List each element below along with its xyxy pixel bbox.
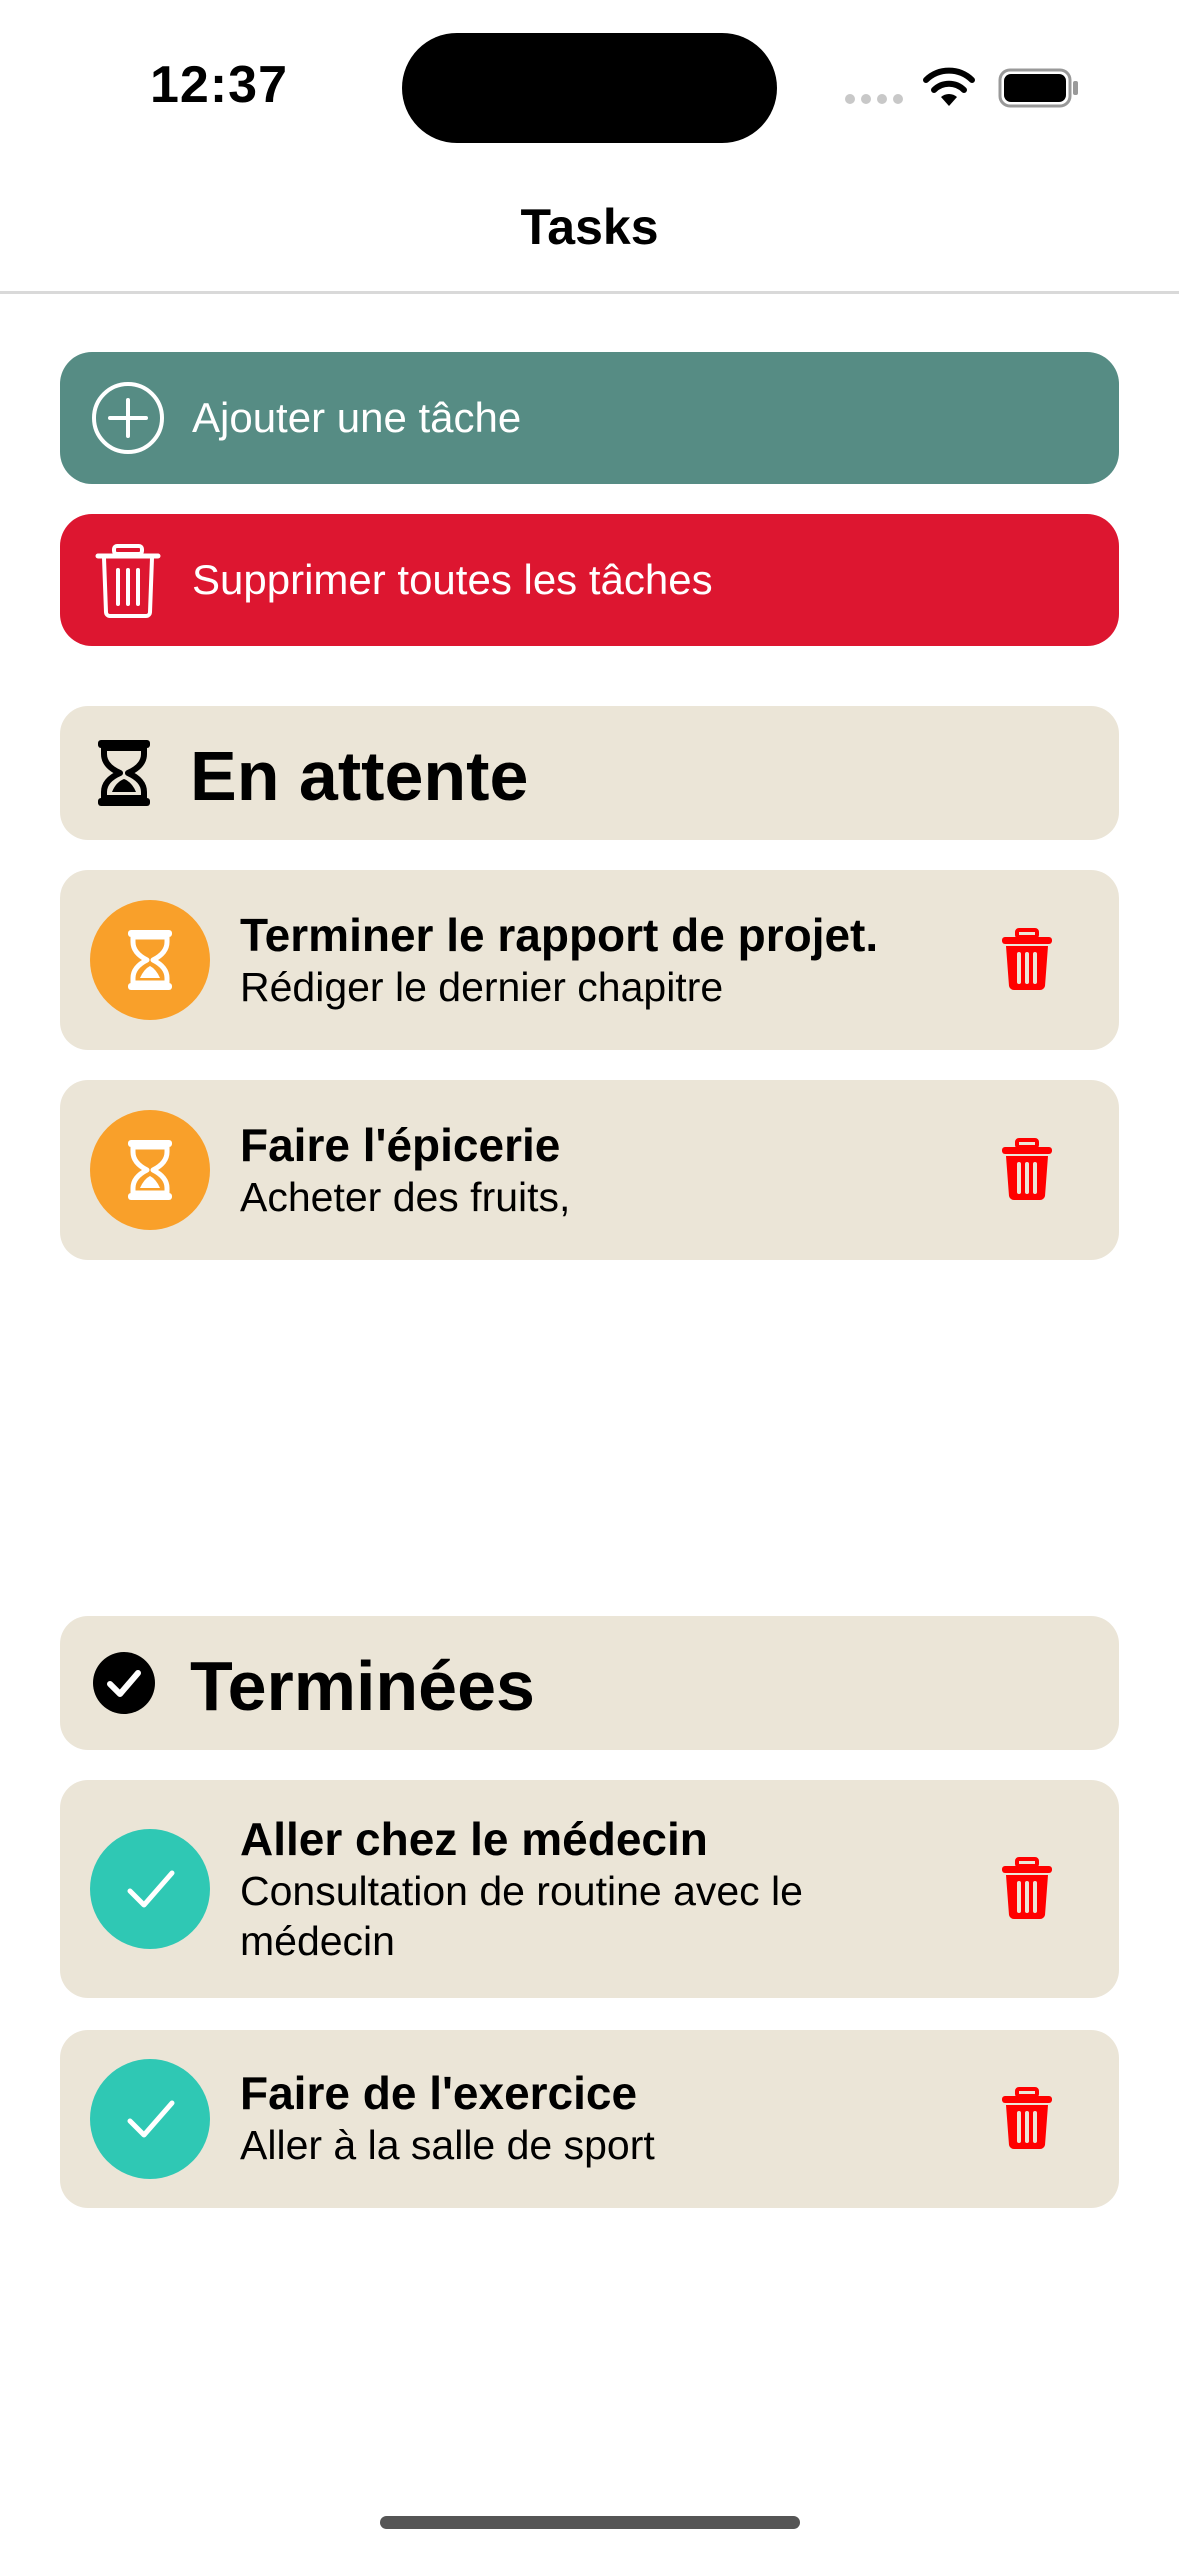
pending-status-badge[interactable] [90, 1110, 210, 1230]
task-title: Faire l'épicerie [240, 1119, 561, 1171]
home-indicator[interactable] [380, 2516, 800, 2529]
hourglass-icon [98, 740, 150, 806]
cellular-signal-icon [845, 94, 903, 104]
task-description: Rédiger le dernier chapitre [240, 964, 724, 1010]
done-task-card[interactable]: Aller chez le médecin Consultation de ro… [60, 1780, 1119, 1998]
nav-divider [0, 291, 1179, 294]
trash-icon [95, 544, 161, 618]
done-status-badge[interactable] [90, 2059, 210, 2179]
pending-section-header: En attente [60, 706, 1119, 840]
task-title: Aller chez le médecin [240, 1813, 708, 1865]
task-title: Terminer le rapport de projet. [240, 909, 879, 961]
checkmark-icon [127, 2100, 175, 2138]
add-task-label: Ajouter une tâche [192, 394, 522, 441]
done-status-badge[interactable] [90, 1829, 210, 1949]
pending-task-card[interactable]: Terminer le rapport de projet. Rédiger l… [60, 870, 1119, 1050]
trash-icon[interactable] [999, 1857, 1055, 1921]
page-title: Tasks [520, 199, 659, 255]
trash-icon[interactable] [999, 1138, 1055, 1202]
pending-section-title: En attente [190, 737, 529, 815]
task-description: Acheter des fruits, [240, 1174, 571, 1220]
task-description: Consultation de routine avec le médecin [240, 1868, 803, 1964]
pending-task-card[interactable]: Faire l'épicerie Acheter des fruits, [60, 1080, 1119, 1260]
status-time: 12:37 [150, 56, 288, 114]
wifi-icon [923, 67, 975, 106]
hourglass-icon [128, 1140, 172, 1200]
task-description: Aller à la salle de sport [240, 2122, 655, 2168]
dynamic-island [402, 33, 777, 143]
delete-all-label: Supprimer toutes les tâches [192, 556, 713, 603]
add-task-button[interactable]: Ajouter une tâche [60, 352, 1119, 484]
checkmark-icon [127, 1870, 175, 1908]
task-title: Faire de l'exercice [240, 2067, 638, 2119]
battery-icon [998, 68, 1078, 108]
done-task-card[interactable]: Faire de l'exercice Aller à la salle de … [60, 2030, 1119, 2208]
plus-circle-icon [92, 382, 164, 454]
trash-icon[interactable] [999, 2087, 1055, 2151]
checkmark-circle-icon [93, 1652, 155, 1714]
delete-all-tasks-button[interactable]: Supprimer toutes les tâches [60, 514, 1119, 646]
pending-status-badge[interactable] [90, 900, 210, 1020]
done-section-title: Terminées [190, 1647, 535, 1725]
hourglass-icon [128, 930, 172, 990]
done-section-header: Terminées [60, 1616, 1119, 1750]
trash-icon[interactable] [999, 928, 1055, 992]
